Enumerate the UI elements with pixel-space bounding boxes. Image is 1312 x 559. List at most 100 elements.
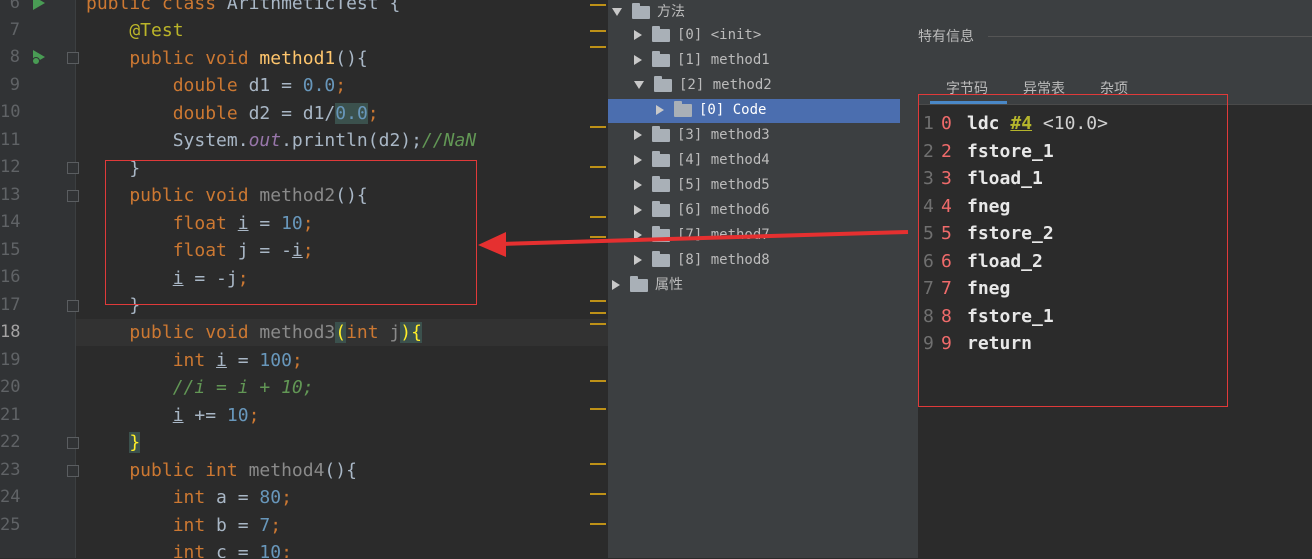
folder-icon [632, 2, 650, 19]
code-token: public int [86, 460, 249, 481]
code-token: = [226, 350, 260, 371]
folder-icon [652, 150, 670, 167]
fold-marker-icon[interactable] [67, 465, 79, 477]
tree-node-method1[interactable]: [1] method1 [634, 48, 770, 73]
scroll-marker [590, 380, 606, 382]
tree-node-methods[interactable]: 方法 [612, 0, 685, 25]
tree-node-method2[interactable]: [2] method2 [634, 73, 772, 98]
expand-arrow-icon[interactable] [634, 255, 642, 265]
highlight-box-bytecode [918, 94, 1228, 407]
tree-node-method5[interactable]: [5] method5 [634, 173, 770, 198]
folder-icon [652, 175, 670, 192]
code-line[interactable]: int a = 80; [86, 484, 292, 511]
code-line[interactable]: public int method4(){ [86, 457, 357, 484]
code-token: public void [86, 48, 260, 69]
fold-marker-icon[interactable] [67, 52, 79, 64]
code-line[interactable]: public void method3(int j){ [86, 319, 422, 346]
tree-node-init[interactable]: [0] <init> [634, 23, 761, 48]
code-line[interactable]: //i = i + 10; [86, 374, 314, 401]
expand-arrow-icon[interactable] [634, 130, 642, 140]
code-token: @Test [86, 20, 184, 41]
line-number: 22 [0, 432, 21, 452]
code-token: j [389, 322, 401, 343]
tree-node-attributes[interactable]: 属性 [612, 273, 683, 298]
code-token: .println(d2); [281, 130, 422, 151]
tree-node-method4[interactable]: [4] method4 [634, 148, 770, 173]
code-token: int [86, 350, 217, 371]
line-number: 15 [0, 240, 21, 260]
divider [988, 36, 1312, 37]
expand-arrow-icon[interactable] [612, 8, 622, 16]
folder-icon [652, 50, 670, 67]
code-token: 7 [259, 515, 271, 536]
code-token: method1 [259, 48, 336, 69]
tree-node-label: [4] method4 [677, 152, 770, 168]
tree-node-method6[interactable]: [6] method6 [634, 198, 770, 223]
code-token: 100 [259, 350, 292, 371]
code-token: method4 [248, 460, 325, 481]
code-token: a = [216, 487, 260, 508]
expand-arrow-icon[interactable] [634, 180, 642, 190]
code-token: ; [367, 103, 379, 124]
code-token: d2 = d1/ [248, 103, 336, 124]
scroll-marker [590, 323, 606, 325]
fold-marker-icon[interactable] [67, 300, 79, 312]
expand-arrow-icon[interactable] [634, 205, 642, 215]
code-line[interactable]: double d1 = 0.0; [86, 72, 346, 99]
code-token: //i = i + 10; [86, 377, 314, 398]
code-line[interactable]: double d2 = d1/0.0; [86, 100, 379, 127]
code-line[interactable]: public void method1(){ [86, 45, 367, 72]
run-test-icon[interactable] [30, 0, 48, 12]
line-number: 23 [0, 460, 21, 480]
expand-arrow-icon[interactable] [634, 30, 642, 40]
expand-arrow-icon[interactable] [656, 105, 664, 115]
scroll-marker [590, 523, 606, 525]
code-token: ) [400, 322, 412, 343]
code-token: double [86, 75, 249, 96]
code-token: ; [291, 350, 303, 371]
editor-scrollbar[interactable] [590, 0, 608, 558]
code-token: public void [86, 322, 260, 343]
run-test-icon[interactable] [30, 48, 48, 66]
folder-icon [652, 200, 670, 217]
line-number: 9 [9, 75, 20, 95]
code-editor[interactable]: 6 7 8 9 10 11 12 13 14 15 16 17 18 19 20… [0, 0, 608, 558]
highlight-box-method2 [105, 160, 477, 305]
expand-arrow-icon[interactable] [634, 81, 644, 89]
code-line[interactable]: public class ArithmeticTest { [86, 0, 400, 17]
code-line[interactable]: i += 10; [86, 402, 260, 429]
code-line[interactable]: int b = 7; [86, 512, 281, 539]
fold-marker-icon[interactable] [67, 190, 79, 202]
scroll-marker [590, 493, 606, 495]
code-token: c = [216, 542, 260, 558]
expand-arrow-icon[interactable] [634, 155, 642, 165]
fold-marker-icon[interactable] [67, 162, 79, 174]
code-token: 10 [259, 542, 282, 558]
code-token: 10 [226, 405, 249, 426]
expand-arrow-icon[interactable] [634, 230, 642, 240]
scroll-marker [590, 30, 606, 32]
tree-node-code[interactable]: [0] Code [656, 98, 766, 123]
line-number: 13 [0, 185, 21, 205]
code-token: int [86, 542, 217, 558]
tree-node-method3[interactable]: [3] method3 [634, 123, 770, 148]
expand-arrow-icon[interactable] [634, 55, 642, 65]
code-line[interactable]: int c = 10; [86, 539, 292, 558]
folder-icon [674, 100, 692, 117]
code-line[interactable]: int i = 100; [86, 347, 303, 374]
line-number: 11 [0, 130, 21, 150]
fold-marker-icon[interactable] [67, 437, 79, 449]
tree-node-method8[interactable]: [8] method8 [634, 248, 770, 273]
tree-node-method7[interactable]: [7] method7 [634, 223, 770, 248]
code-token: ; [335, 75, 347, 96]
folder-icon [652, 25, 670, 42]
expand-arrow-icon[interactable] [612, 280, 620, 290]
line-number: 25 [0, 515, 21, 535]
panel-title: 特有信息 [918, 29, 974, 45]
code-line[interactable]: @Test [86, 17, 184, 44]
code-line[interactable]: } [86, 429, 141, 456]
code-line[interactable]: System.out.println(d2);//NaN [86, 127, 476, 154]
tree-node-label: [7] method7 [677, 227, 770, 243]
line-number: 12 [0, 157, 21, 177]
